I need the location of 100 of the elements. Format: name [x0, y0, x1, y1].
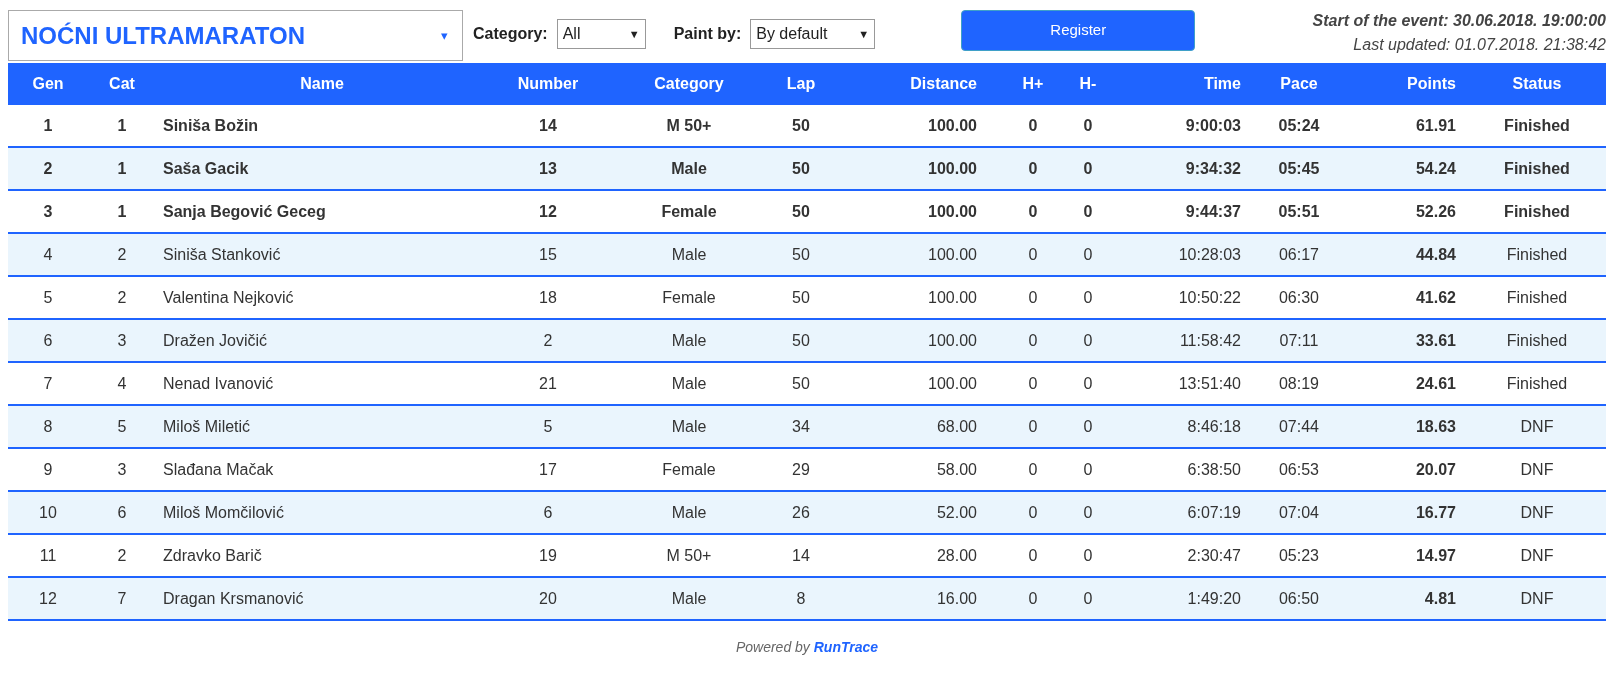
status-cell-text: DNF	[1519, 416, 1555, 437]
distance-cell-text: 16.00	[935, 588, 978, 609]
status-cell-text: DNF	[1519, 588, 1555, 609]
lap-cell-text: 8	[795, 588, 807, 609]
pace-cell-text: 06:30	[1277, 287, 1320, 308]
column-header[interactable]: Name	[156, 72, 488, 96]
brand-link[interactable]: RunTrace	[813, 639, 879, 655]
points-cell-text: 41.62	[1414, 287, 1457, 308]
rank-cell-text: 11	[38, 545, 58, 566]
category-rank-cell-text: 2	[116, 287, 128, 308]
rank-cell-text: 7	[42, 373, 54, 394]
name-cell-text: Slađana Mačak	[162, 459, 275, 480]
pace-cell-text: 06:53	[1277, 459, 1320, 480]
category-rank-cell-text: 1	[116, 201, 128, 222]
bib-number-cell-text: 2	[542, 330, 554, 351]
status-cell-text: Finished	[1505, 244, 1569, 265]
name-cell-text: Nenad Ivanović	[162, 373, 275, 394]
time-cell-text: 9:00:03	[1184, 115, 1242, 136]
column-header[interactable]: Gen	[8, 72, 88, 96]
column-header[interactable]: Distance	[832, 72, 998, 96]
bib-number-cell-text: 18	[538, 287, 558, 308]
distance-cell-text: 100.00	[927, 158, 978, 179]
column-header[interactable]: H+	[998, 72, 1068, 96]
category-select[interactable]: All ▼	[556, 19, 646, 49]
points-cell-text: 18.63	[1414, 416, 1457, 437]
lap-cell-text: 26	[791, 502, 811, 523]
distance-cell-text: 100.00	[927, 373, 978, 394]
time-cell-text: 1:49:20	[1186, 588, 1242, 609]
pace-cell-text: 07:44	[1277, 416, 1320, 437]
bib-number-cell-text: 14	[538, 115, 558, 136]
time-cell-text: 13:51:40	[1177, 373, 1242, 394]
time-cell-text: 9:44:37	[1184, 201, 1242, 222]
name-cell-text: Saša Gacik	[162, 158, 250, 179]
status-cell-text: Finished	[1503, 115, 1571, 136]
lap-cell-text: 50	[791, 201, 811, 222]
name-cell-text: Miloš Momčilović	[162, 502, 285, 523]
distance-cell-text: 100.00	[927, 115, 978, 136]
pace-cell-text: 07:04	[1277, 502, 1320, 523]
column-header[interactable]: Lap	[770, 72, 832, 96]
penalty-hours-cell-text: 0	[1082, 244, 1094, 265]
category-rank-cell-text: 7	[116, 588, 128, 609]
bib-number-cell-text: 21	[538, 373, 558, 394]
points-cell-text: 54.24	[1414, 158, 1457, 179]
points-cell-text: 20.07	[1414, 459, 1457, 480]
lap-cell-text: 50	[791, 330, 811, 351]
penalty-hours-cell-text: 0	[1082, 545, 1094, 566]
column-header[interactable]: Cat	[88, 72, 156, 96]
lap-cell-text: 50	[791, 244, 811, 265]
category-cell-text: Male	[670, 244, 708, 265]
penalty-hours-cell-text: 0	[1082, 201, 1094, 222]
bonus-hours-cell-text: 0	[1027, 244, 1039, 265]
category-rank-cell-text: 2	[116, 545, 128, 566]
bonus-hours-cell-text: 0	[1027, 459, 1039, 480]
pace-cell-text: 05:23	[1277, 545, 1320, 566]
lap-cell-text: 50	[791, 373, 811, 394]
column-header[interactable]: Status	[1468, 72, 1606, 96]
bonus-hours-cell-text: 0	[1027, 201, 1039, 222]
lap-cell-text: 50	[791, 158, 811, 179]
category-cell-text: Male	[670, 158, 708, 179]
status-cell-text: DNF	[1519, 502, 1555, 523]
bib-number-cell-text: 15	[538, 244, 558, 265]
paint-by-select[interactable]: By default ▼	[750, 19, 876, 49]
category-rank-cell-text: 3	[116, 330, 128, 351]
status-cell-text: Finished	[1505, 330, 1569, 351]
rank-cell-text: 1	[42, 115, 54, 136]
bonus-hours-cell-text: 0	[1027, 502, 1039, 523]
time-cell-text: 6:38:50	[1186, 459, 1242, 480]
column-header[interactable]: Time	[1108, 72, 1258, 96]
column-header[interactable]: Category	[608, 72, 770, 96]
pace-cell-text: 06:17	[1277, 244, 1320, 265]
bib-number-cell-text: 19	[538, 545, 558, 566]
filter-label: Paint by:	[673, 24, 742, 44]
register-button[interactable]: Register	[961, 10, 1196, 51]
time-cell-text: 8:46:18	[1186, 416, 1242, 437]
lap-cell-text: 50	[791, 287, 811, 308]
event-select[interactable]: NOĆNI ULTRAMARATON ▾	[8, 10, 463, 61]
status-cell-text: Finished	[1505, 373, 1569, 394]
bib-number-cell-text: 13	[538, 158, 558, 179]
column-header[interactable]: H-	[1068, 72, 1108, 96]
time-cell-text: 6:07:19	[1186, 502, 1242, 523]
pace-cell-text: 06:50	[1277, 588, 1320, 609]
column-header[interactable]: Number	[488, 72, 608, 96]
category-cell-text: M 50+	[665, 545, 713, 566]
penalty-hours-cell-text: 0	[1082, 287, 1094, 308]
bonus-hours-cell-text: 0	[1027, 588, 1039, 609]
column-header[interactable]: Pace	[1258, 72, 1340, 96]
time-cell-text: 2:30:47	[1186, 545, 1242, 566]
status-cell-text: Finished	[1505, 287, 1569, 308]
category-rank-cell-text: 4	[116, 373, 128, 394]
event-start-text: Start of the event: 30.06.2018. 19:00:00	[1312, 11, 1606, 31]
bonus-hours-cell-text: 0	[1027, 545, 1039, 566]
bonus-hours-cell-text: 0	[1027, 158, 1039, 179]
rank-cell-text: 12	[38, 588, 58, 609]
bonus-hours-cell-text: 0	[1027, 416, 1039, 437]
bib-number-cell-text: 12	[538, 201, 558, 222]
column-header[interactable]: Points	[1340, 72, 1468, 96]
category-rank-cell-text: 6	[116, 502, 128, 523]
time-cell-text: 9:34:32	[1184, 158, 1242, 179]
category-cell-text: Male	[670, 373, 708, 394]
distance-cell-text: 100.00	[927, 287, 978, 308]
